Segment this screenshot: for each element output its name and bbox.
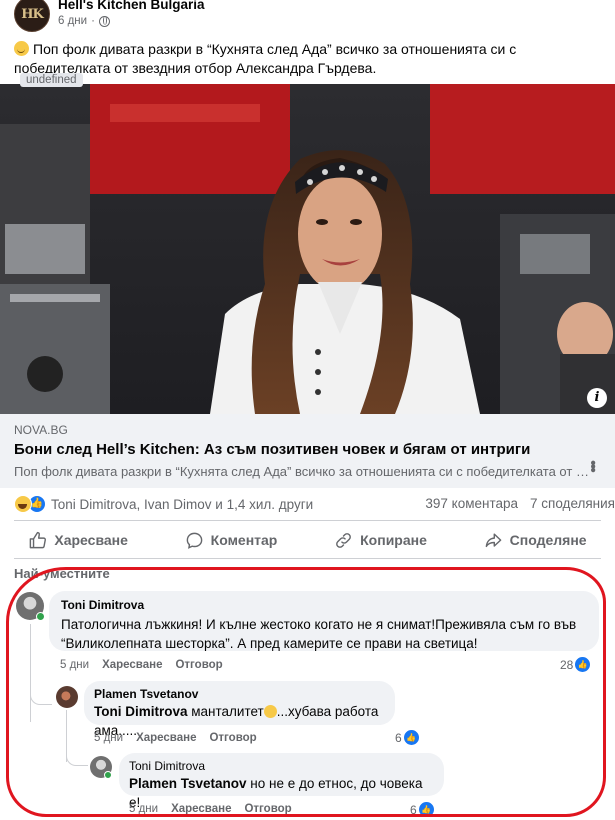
kitchen-photo [0,84,615,414]
like-icon: 👍 [575,657,591,672]
link-preview[interactable]: NOVA.BG Бони след Hell’s Kitchen: Аз съм… [0,414,615,488]
share-arrow-icon [485,532,501,547]
post-meta: 6 дни · [58,15,110,27]
comment-reply-button[interactable]: Отговор [175,659,222,671]
comment-text: Патологична лъжкиня! И кълне жестоко ког… [61,617,577,651]
haha-reaction-icon [14,495,32,513]
comment-time[interactable]: 5 дни [129,803,158,815]
comment-author[interactable]: Toni Dimitrova [61,598,587,612]
comment-time[interactable]: 5 дни [60,659,89,671]
comment-button[interactable]: Коментар [185,531,277,550]
comment-bubble-icon [186,532,202,549]
share-button[interactable]: Споделяне [484,531,587,550]
post-text: Поп фолк дивата разкри в “Кухнята след А… [14,40,610,78]
online-status-icon [104,771,112,779]
comment-actions: 5 дни Харесване Отговор [60,659,223,671]
link-domain: NOVA.BG [14,423,68,437]
comment-bubble: Toni Dimitrova Plamen Tsvetanov но не е … [119,753,444,810]
thread-line [66,752,88,766]
link-preview-image[interactable]: i [0,84,615,414]
post-actions: Харесване Коментар Копиране Споделяне [0,524,615,556]
thread-line [30,624,31,722]
info-icon[interactable]: i [587,388,607,408]
comment-bubble: Toni Dimitrova Патологична лъжкиня! И къ… [49,591,599,651]
reaction-icons[interactable]: 👍 [14,495,46,513]
globe-icon [98,15,110,27]
comment-actions: 5 дни Харесване Отговор [94,732,257,744]
comment-bubble: Plamen Tsvetanov Toni Dimitrova манталит… [84,681,395,738]
post-text-body: Поп фолк дивата разкри в “Кухнята след А… [14,41,517,76]
divider [14,558,601,559]
avatar[interactable] [56,686,78,708]
image-badge: undefined [20,73,83,87]
thumbs-up-icon [30,531,47,548]
comment-sort-dropdown[interactable]: Най-уместните [14,566,110,581]
like-icon: 👍 [418,802,434,817]
like-button[interactable]: Харесване [28,531,128,550]
comment-reply-button[interactable]: Отговор [209,732,256,744]
thread-line [30,690,52,705]
comment-like-button[interactable]: Харесване [102,659,162,671]
divider [14,520,601,521]
link-description: Поп фолк дивата разкри в “Кухнята след А… [14,464,590,479]
comment-like-count[interactable]: 6 👍 [395,730,419,745]
more-options-icon[interactable]: ••• [583,460,601,471]
comment-author[interactable]: Toni Dimitrova [129,759,434,773]
page-name-link[interactable]: Hell's Kitchen Bulgaria [58,0,205,12]
link-title[interactable]: Бони след Hell’s Kitchen: Аз съм позитив… [14,441,530,458]
reaction-names[interactable]: Toni Dimitrova, Ivan Dimov и 1,4 хил. др… [51,497,313,512]
copy-button[interactable]: Копиране [334,531,427,550]
comment-time[interactable]: 5 дни [94,732,123,744]
reactions-bar: 👍 Toni Dimitrova, Ivan Dimov и 1,4 хил. … [14,492,615,516]
link-chain-icon [336,532,352,548]
comment-like-button[interactable]: Харесване [171,803,231,815]
comment-reply-button[interactable]: Отговор [244,803,291,815]
comment-like-button[interactable]: Харесване [136,732,196,744]
sweat-smile-emoji-icon [14,41,29,56]
comment-actions: 5 дни Харесване Отговор [129,803,292,815]
comment-like-count[interactable]: 28 👍 [560,657,591,672]
mention-link[interactable]: Plamen Tsvetanov [129,776,247,791]
mention-link[interactable]: Toni Dimitrova [94,704,188,719]
online-status-icon [36,612,45,621]
comment-count[interactable]: 397 коментара [425,496,518,511]
share-count[interactable]: 7 споделяния [530,496,615,511]
like-icon: 👍 [403,730,419,745]
engagement-counts: 397 коментара 7 споделяния [425,496,615,511]
page-avatar[interactable]: HK [14,0,50,32]
comment-author[interactable]: Plamen Tsvetanov [94,687,385,701]
comment-like-count[interactable]: 6 👍 [410,802,434,817]
post-time[interactable]: 6 дни [58,15,87,27]
smirk-emoji-icon [263,705,277,718]
